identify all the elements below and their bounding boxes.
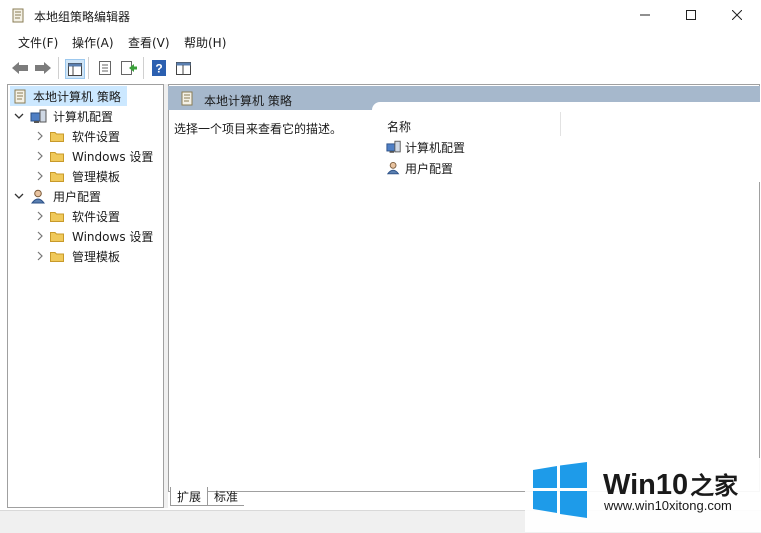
maximize-icon — [686, 10, 696, 20]
folder-icon — [50, 171, 64, 182]
folder-icon — [50, 211, 64, 222]
show-hide-tree-button[interactable] — [65, 59, 85, 79]
extended-view-icon — [175, 61, 191, 75]
policy-document-icon — [14, 89, 26, 103]
chevron-down-icon[interactable] — [14, 111, 24, 121]
chevron-right-icon[interactable] — [35, 131, 45, 141]
tree-item-user-windows-settings[interactable]: Windows 设置 — [35, 226, 153, 246]
tab-standard[interactable]: 标准 — [208, 487, 245, 506]
chevron-right-icon[interactable] — [35, 251, 45, 261]
toolbar-separator — [88, 57, 89, 79]
description-text: 选择一个项目来查看它的描述。 — [174, 122, 343, 136]
tree-item-label: 计算机配置 — [53, 109, 114, 124]
folder-icon — [50, 231, 64, 242]
export-list-button[interactable] — [120, 59, 138, 77]
tab-extended[interactable]: 扩展 — [170, 487, 209, 506]
tree-item-computer-config[interactable]: 计算机配置 — [14, 106, 113, 126]
back-button[interactable] — [11, 59, 29, 77]
maximize-button[interactable] — [668, 0, 714, 30]
tree-item-label: Windows 设置 — [72, 229, 154, 244]
tree-root[interactable]: 本地计算机 策略 — [10, 86, 127, 106]
watermark-brand-home: 之家 — [690, 473, 739, 500]
policy-document-icon — [12, 8, 24, 23]
close-button[interactable] — [714, 0, 760, 30]
forward-button[interactable] — [34, 59, 52, 77]
watermark-brand: Win10之家 — [603, 466, 738, 502]
tree-root-label: 本地计算机 策略 — [33, 89, 121, 104]
svg-text:?: ? — [155, 62, 162, 76]
list-item-computer-config[interactable]: 计算机配置 — [386, 138, 465, 156]
windows-logo-icon — [533, 462, 587, 518]
tree-item-label: Windows 设置 — [72, 149, 154, 164]
watermark-url: www.win10xitong.com — [604, 498, 732, 513]
user-icon — [386, 161, 400, 175]
folder-icon — [50, 131, 64, 142]
folder-icon — [50, 151, 64, 162]
computer-icon — [30, 109, 47, 123]
extended-view-button[interactable] — [174, 59, 192, 77]
toolbar-separator — [58, 57, 59, 79]
menu-file[interactable]: 文件(F) — [18, 34, 58, 51]
tree-item-label: 软件设置 — [72, 129, 121, 144]
list-item-user-config[interactable]: 用户配置 — [386, 159, 453, 177]
minimize-button[interactable] — [622, 0, 668, 30]
chevron-right-icon[interactable] — [35, 171, 45, 181]
menu-help[interactable]: 帮助(H) — [184, 34, 226, 51]
column-header-name[interactable]: 名称 — [387, 118, 411, 135]
chevron-right-icon[interactable] — [35, 151, 45, 161]
chevron-right-icon[interactable] — [35, 231, 45, 241]
show-hide-tree-icon — [68, 62, 82, 76]
tree-item-label: 管理模板 — [72, 249, 121, 264]
close-icon — [732, 10, 742, 20]
user-icon — [30, 189, 46, 203]
properties-icon — [99, 61, 111, 75]
details-header-title: 本地计算机 策略 — [204, 94, 292, 108]
list-item-label: 计算机配置 — [405, 140, 466, 155]
watermark-brand-win10: Win10 — [603, 469, 689, 501]
tree-item-label: 软件设置 — [72, 209, 121, 224]
policy-document-icon — [181, 91, 193, 106]
export-list-icon — [121, 61, 137, 75]
list-item-label: 用户配置 — [405, 161, 454, 176]
properties-button[interactable] — [96, 59, 114, 77]
tree-item-user-software[interactable]: 软件设置 — [35, 206, 120, 226]
tree-item-label: 管理模板 — [72, 169, 121, 184]
tree-item-computer-windows-settings[interactable]: Windows 设置 — [35, 146, 153, 166]
chevron-right-icon[interactable] — [35, 211, 45, 221]
toolbar-separator — [143, 57, 144, 79]
toolbar — [0, 55, 761, 81]
tree-item-computer-admin-templates[interactable]: 管理模板 — [35, 166, 120, 186]
help-icon: ? — [152, 60, 166, 76]
menu-view[interactable]: 查看(V) — [128, 34, 170, 51]
chevron-down-icon[interactable] — [14, 191, 24, 201]
back-arrow-icon — [12, 62, 28, 74]
menu-bar — [0, 31, 761, 53]
help-button[interactable]: ? — [150, 59, 168, 77]
forward-arrow-icon — [35, 62, 51, 74]
folder-icon — [50, 251, 64, 262]
tree-item-user-config[interactable]: 用户配置 — [14, 186, 101, 206]
computer-icon — [386, 140, 401, 153]
menu-action[interactable]: 操作(A) — [72, 34, 114, 51]
column-divider[interactable] — [560, 112, 561, 136]
minimize-icon — [640, 14, 650, 16]
window-title: 本地组策略编辑器 — [34, 10, 131, 24]
tree-item-user-admin-templates[interactable]: 管理模板 — [35, 246, 120, 266]
tree-item-computer-software[interactable]: 软件设置 — [35, 126, 120, 146]
tree-item-label: 用户配置 — [53, 189, 102, 204]
